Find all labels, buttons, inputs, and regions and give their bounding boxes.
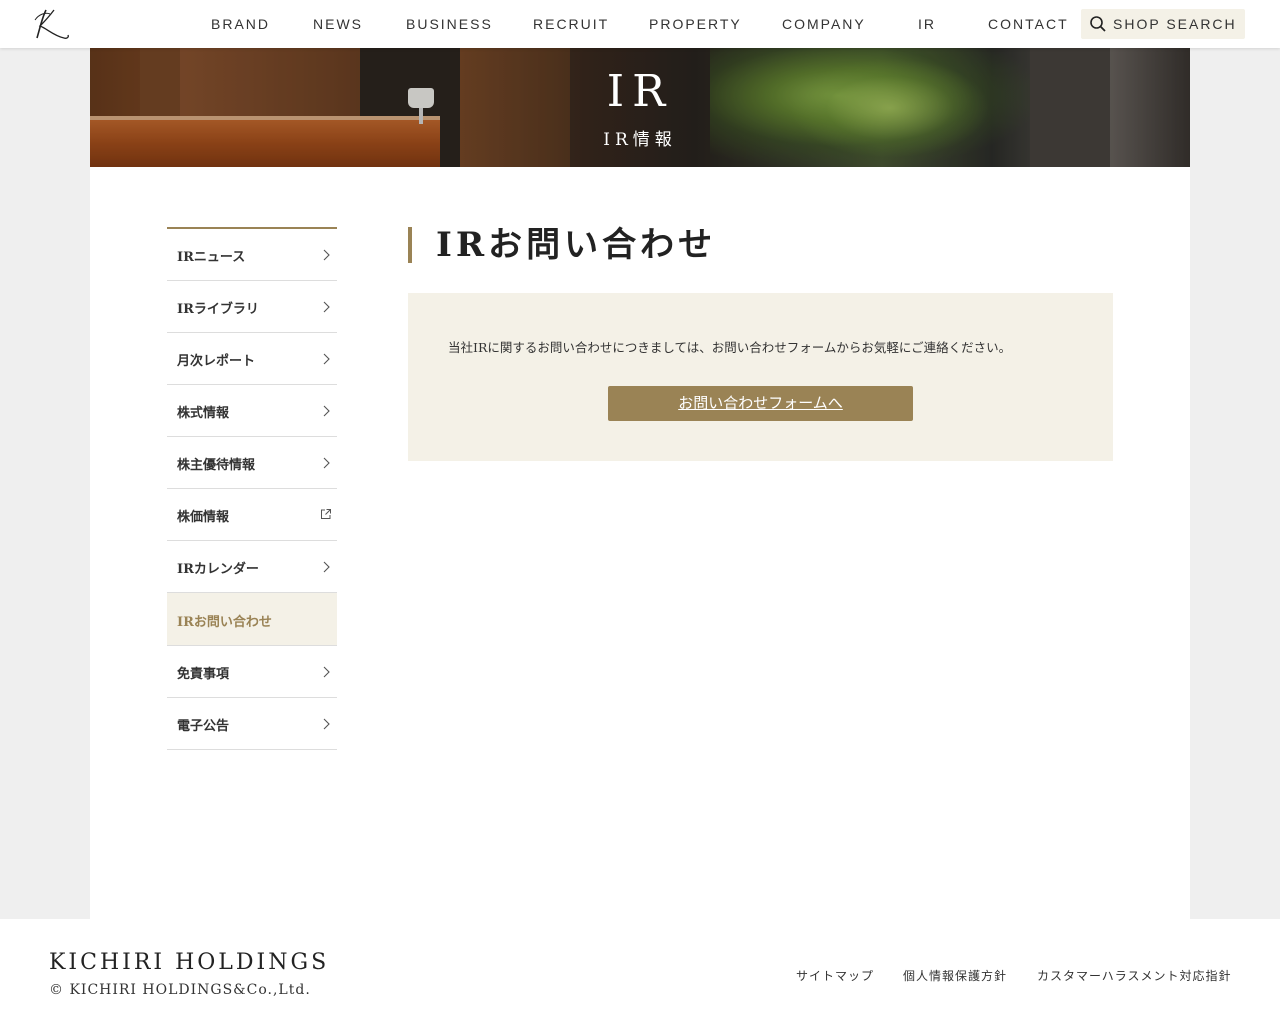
chevron-right-icon — [323, 666, 330, 678]
sidebar-item-ir-news[interactable]: IRニュース — [167, 229, 337, 281]
chevron-right-icon — [323, 249, 330, 261]
nav-news[interactable]: NEWS — [313, 16, 363, 32]
sidebar-item-label: IRお問い合わせ — [177, 615, 272, 630]
sidebar-item-label: 月次レポート — [177, 354, 256, 369]
chevron-right-icon — [323, 405, 330, 417]
footer-brand: KICHIRI HOLDINGS — [49, 950, 330, 975]
contact-info-box: 当社IRに関するお問い合わせにつきましては、お問い合わせフォームからお気軽にご連… — [408, 293, 1113, 461]
external-link-icon — [321, 509, 331, 519]
shop-search-button[interactable]: SHOP SEARCH — [1081, 9, 1245, 39]
search-icon — [1090, 16, 1106, 32]
logo-link[interactable] — [32, 6, 72, 42]
nav-company[interactable]: COMPANY — [782, 16, 866, 32]
hero-subtitle: IR情報 — [603, 130, 677, 150]
sidebar-item-label: 株式情報 — [177, 406, 230, 421]
sidebar-item-label: 免責事項 — [177, 667, 230, 682]
contact-form-button[interactable]: お問い合わせフォームへ — [608, 386, 913, 421]
ir-side-nav: IRニュース IRライブラリ 月次レポート 株式情報 株主優待情報 株価情報 I… — [167, 227, 337, 750]
sidebar-item-label: IRライブラリ — [177, 302, 259, 317]
site-header: BRAND NEWS BUSINESS RECRUIT PROPERTY COM… — [0, 0, 1280, 48]
chevron-right-icon — [323, 561, 330, 573]
nav-contact[interactable]: CONTACT — [988, 16, 1069, 32]
hero-title: IR — [606, 66, 674, 117]
sidebar-item-label: IRカレンダー — [177, 562, 259, 577]
page-title-text: IRお問い合わせ — [436, 225, 717, 265]
sidebar-item-label: IRニュース — [177, 250, 246, 265]
sidebar-item-ir-contact[interactable]: IRお問い合わせ — [167, 593, 337, 646]
chevron-right-icon — [323, 301, 330, 313]
hero-banner: IR IR情報 — [90, 48, 1190, 167]
chevron-right-icon — [323, 457, 330, 469]
footer-copyright: © KICHIRI HOLDINGS&Co.,Ltd. — [49, 982, 311, 998]
sidebar-item-label: 電子公告 — [177, 719, 230, 734]
contact-message: 当社IRに関するお問い合わせにつきましては、お問い合わせフォームからお気軽にご連… — [448, 340, 1012, 355]
sidebar-item-shareholder-benefits[interactable]: 株主優待情報 — [167, 437, 337, 489]
sidebar-item-stock-price[interactable]: 株価情報 — [167, 489, 337, 541]
nav-ir[interactable]: IR — [918, 16, 936, 32]
sidebar-item-ir-library[interactable]: IRライブラリ — [167, 281, 337, 333]
sidebar-item-disclaimer[interactable]: 免責事項 — [167, 646, 337, 698]
sidebar-item-public-notice[interactable]: 電子公告 — [167, 698, 337, 750]
footer-link-harassment-policy[interactable]: カスタマーハラスメント対応指針 — [1037, 967, 1232, 984]
sidebar-item-label: 株主優待情報 — [177, 458, 256, 473]
main-panel: IRニュース IRライブラリ 月次レポート 株式情報 株主優待情報 株価情報 I… — [90, 167, 1190, 919]
nav-recruit[interactable]: RECRUIT — [533, 16, 609, 32]
shop-search-label: SHOP SEARCH — [1113, 16, 1237, 32]
logo-k-icon — [34, 9, 69, 39]
chevron-right-icon — [323, 353, 330, 365]
page-title: IRお問い合わせ — [408, 227, 716, 263]
nav-brand[interactable]: BRAND — [211, 16, 270, 32]
chevron-right-icon — [323, 718, 330, 730]
sidebar-item-monthly-report[interactable]: 月次レポート — [167, 333, 337, 385]
sidebar-item-stock-info[interactable]: 株式情報 — [167, 385, 337, 437]
nav-property[interactable]: PROPERTY — [649, 16, 742, 32]
sidebar-item-ir-calendar[interactable]: IRカレンダー — [167, 541, 337, 593]
footer-link-sitemap[interactable]: サイトマップ — [796, 967, 874, 984]
site-footer: KICHIRI HOLDINGS © KICHIRI HOLDINGS&Co.,… — [0, 919, 1280, 1031]
nav-business[interactable]: BUSINESS — [406, 16, 493, 32]
footer-link-privacy-policy[interactable]: 個人情報保護方針 — [903, 967, 1007, 984]
sidebar-item-label: 株価情報 — [177, 510, 230, 525]
